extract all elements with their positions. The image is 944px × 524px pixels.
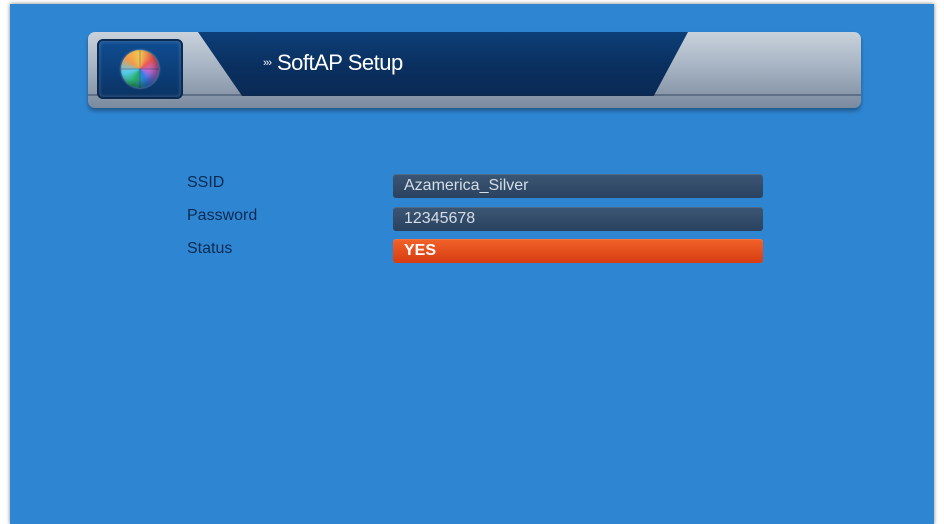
ssid-label: SSID: [187, 174, 225, 191]
page-title-text: SoftAP Setup: [277, 50, 403, 75]
app-logo: [97, 39, 183, 99]
status-field[interactable]: YES: [393, 239, 763, 263]
header-banner: ››› SoftAP Setup: [88, 32, 861, 108]
banner-divider: [88, 94, 861, 96]
globe-icon: [121, 50, 159, 88]
page-title: ››› SoftAP Setup: [263, 50, 403, 76]
triple-chevron-icon: ›››: [263, 57, 272, 69]
password-field[interactable]: 12345678: [393, 207, 763, 231]
tv-screen: ››› SoftAP Setup SSID Azamerica_Silver P…: [10, 4, 934, 524]
status-label: Status: [187, 240, 233, 257]
ssid-field[interactable]: Azamerica_Silver: [393, 174, 763, 198]
password-label: Password: [187, 207, 258, 224]
